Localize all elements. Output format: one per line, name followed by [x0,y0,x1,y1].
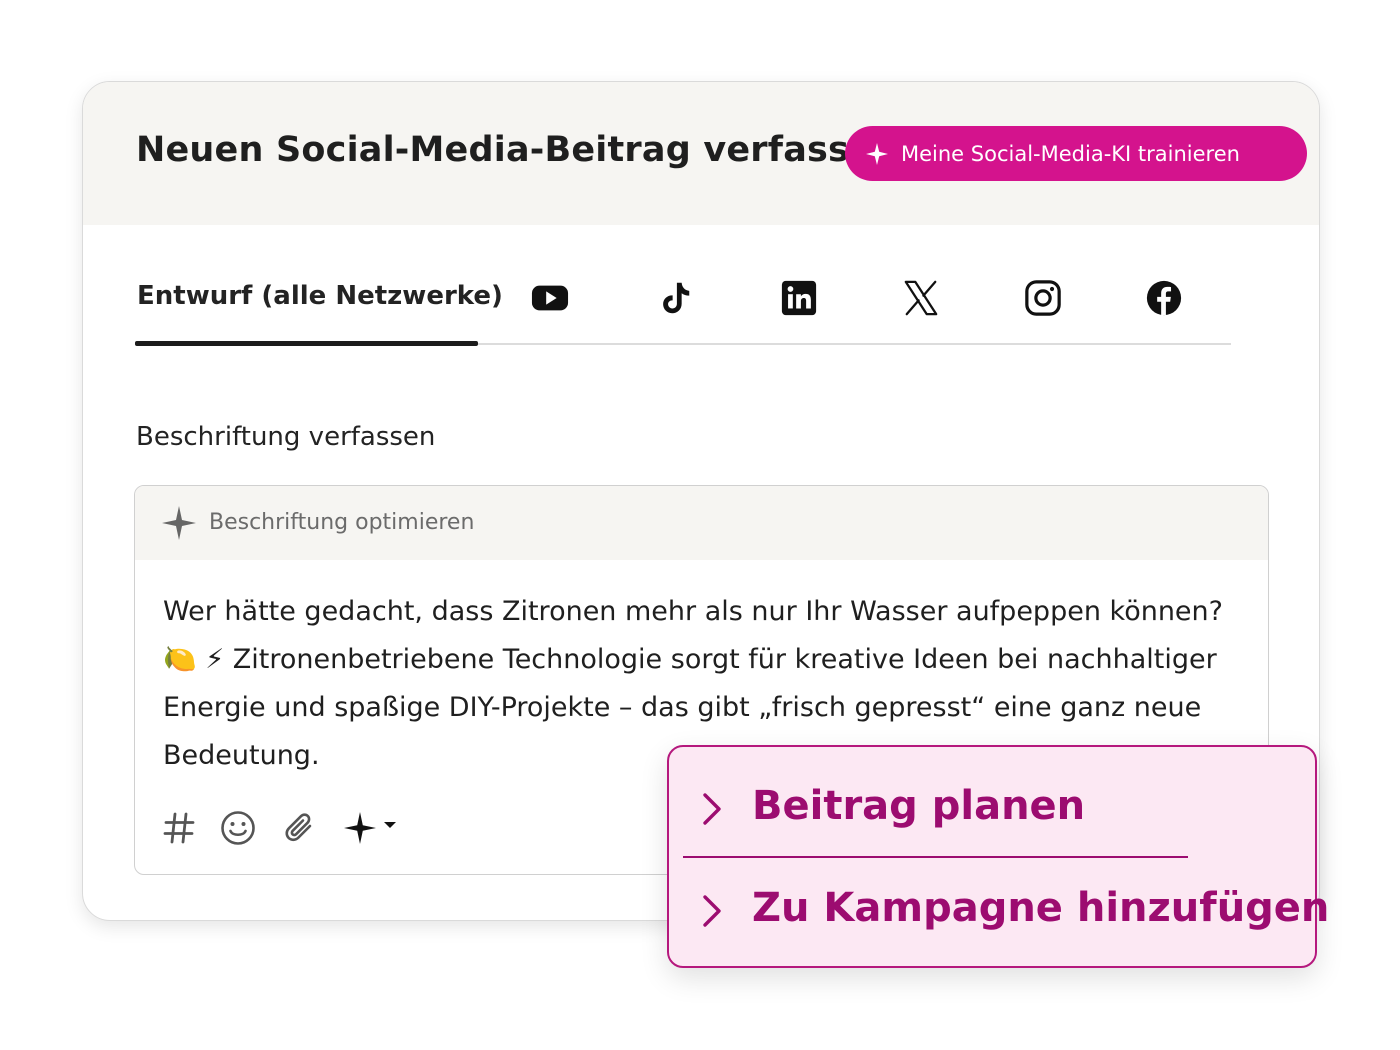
ai-sparkle-icon [344,812,376,844]
schedule-post-item[interactable]: Beitrag planen [669,755,1315,855]
dialog-header: Neuen Social-Media-Beitrag verfassen Mei… [83,82,1319,225]
tab-x[interactable] [899,276,943,320]
hashtag-button[interactable] [159,808,199,848]
tab-draft-label: Entwurf (alle Netzwerke) [137,281,503,311]
linkedin-icon [781,280,817,316]
menu-divider [683,856,1188,858]
attach-button[interactable] [280,808,320,848]
tab-youtube[interactable] [528,276,572,320]
optimize-caption-label: Beschriftung optimieren [209,510,475,535]
tab-instagram[interactable] [1021,276,1065,320]
add-to-campaign-label: Zu Kampagne hinzufügen [752,885,1330,931]
tab-linkedin[interactable] [777,276,821,320]
train-ai-button[interactable]: Meine Social-Media-KI trainieren [845,126,1307,181]
chevron-right-icon [703,895,721,927]
emoji-button[interactable] [218,808,258,848]
hashtag-icon [163,812,195,844]
tab-draft-all-networks[interactable]: Entwurf (alle Netzwerke) [135,257,503,346]
x-icon [904,280,938,316]
youtube-icon [531,285,569,311]
train-ai-button-label: Meine Social-Media-KI trainieren [901,141,1240,166]
instagram-icon [1025,280,1061,316]
sparkle-icon [162,506,196,540]
add-to-campaign-item[interactable]: Zu Kampagne hinzufügen [669,859,1329,959]
tab-tiktok[interactable] [653,276,697,320]
facebook-icon [1146,280,1182,316]
page-title: Neuen Social-Media-Beitrag verfassen [136,130,899,170]
sparkle-icon [866,142,888,165]
caret-down-icon [384,822,396,828]
paperclip-icon [285,813,312,842]
schedule-post-label: Beitrag planen [752,783,1086,829]
action-menu: Beitrag planen Zu Kampagne hinzufügen [667,745,1329,968]
ai-assist-dropdown[interactable] [342,808,404,848]
section-label-caption: Beschriftung verfassen [136,422,436,452]
optimize-caption-button[interactable]: Beschriftung optimieren [135,486,1268,560]
tiktok-icon [663,282,690,314]
tab-facebook[interactable] [1142,276,1186,320]
active-tab-indicator [135,341,478,346]
network-tabs: Entwurf (alle Netzwerke) [135,257,1231,346]
emoji-icon [221,811,255,845]
chevron-right-icon [703,793,721,825]
